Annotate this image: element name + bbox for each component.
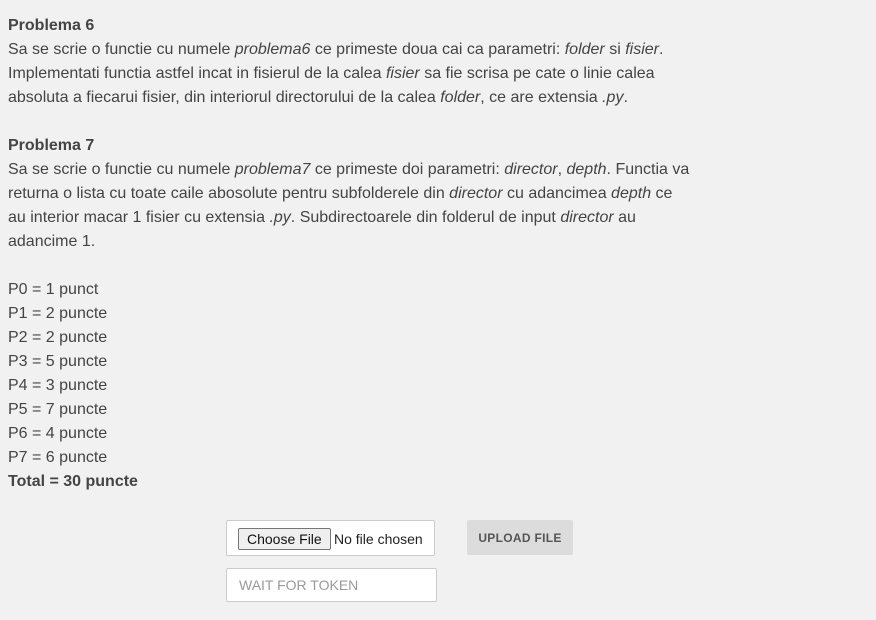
param-name: folder — [440, 89, 481, 106]
no-file-chosen-label: No file chosen — [334, 531, 423, 547]
text: Sa se scrie o functie cu numele — [8, 161, 235, 178]
points-item: P4 = 3 puncte — [8, 377, 108, 394]
text: Implementati functia astfel incat in fis… — [8, 65, 386, 82]
points-item: P6 = 4 puncte — [8, 425, 108, 442]
text: ce — [651, 185, 673, 202]
text: sa fie scrisa pe cate o linie calea — [419, 65, 655, 82]
problema7-section: Problema 7 Sa se scrie o functie cu nume… — [8, 134, 748, 254]
points-item: P2 = 2 puncte — [8, 329, 108, 346]
problema6-section: Problema 6 Sa se scrie o functie cu nume… — [8, 14, 748, 110]
text: adancime 1. — [8, 233, 96, 250]
choose-file-button[interactable]: Choose File — [238, 528, 331, 550]
text: . — [659, 41, 664, 58]
problema6-title: Problema 6 — [8, 17, 95, 34]
param-name: depth — [611, 185, 652, 202]
param-name: director — [560, 209, 614, 226]
param-name: director — [504, 161, 558, 178]
problema6-description: Sa se scrie o functie cu numele problema… — [8, 38, 748, 110]
problema7-description: Sa se scrie o functie cu numele problema… — [8, 158, 748, 254]
param-name: folder — [564, 41, 605, 58]
problem-statement: Problema 6 Sa se scrie o functie cu nume… — [8, 14, 748, 494]
text: ce primeste doi parametri: — [310, 161, 505, 178]
problema7-title: Problema 7 — [8, 137, 95, 154]
text: . Subdirectoarele din folderul de input — [290, 209, 561, 226]
points-item: P5 = 7 puncte — [8, 401, 108, 418]
text: au — [613, 209, 636, 226]
points-item: P3 = 5 puncte — [8, 353, 108, 370]
param-name: fisier — [625, 41, 659, 58]
text: , — [557, 161, 567, 178]
extension: .py — [269, 209, 291, 226]
text: ce primeste doua cai ca parametri: — [310, 41, 565, 58]
text: returna o lista cu toate caile abosolute… — [8, 185, 450, 202]
extension: .py — [602, 89, 624, 106]
text: . Functia va — [606, 161, 690, 178]
text: . — [623, 89, 628, 106]
param-name: director — [449, 185, 503, 202]
points-item: P1 = 2 puncte — [8, 305, 108, 322]
param-name: fisier — [385, 65, 420, 82]
text: , ce are extensia — [480, 89, 603, 106]
function-name: problema6 — [234, 41, 311, 58]
param-name: depth — [566, 161, 607, 178]
points-item: P7 = 6 puncte — [8, 449, 108, 466]
token-input[interactable] — [226, 568, 437, 602]
upload-file-button[interactable]: UPLOAD FILE — [467, 520, 573, 555]
text: au interior macar 1 fisier cu extensia — [8, 209, 270, 226]
text: cu adancimea — [502, 185, 612, 202]
file-input[interactable]: Choose File No file chosen — [226, 520, 435, 556]
points-list: P0 = 1 punct P1 = 2 puncte P2 = 2 puncte… — [8, 278, 748, 494]
points-total: Total = 30 puncte — [8, 473, 138, 490]
points-item: P0 = 1 punct — [8, 281, 99, 298]
text: absoluta a fiecarui fisier, din interior… — [8, 89, 441, 106]
text: Sa se scrie o functie cu numele — [8, 41, 235, 58]
text: si — [604, 41, 626, 58]
function-name: problema7 — [234, 161, 311, 178]
